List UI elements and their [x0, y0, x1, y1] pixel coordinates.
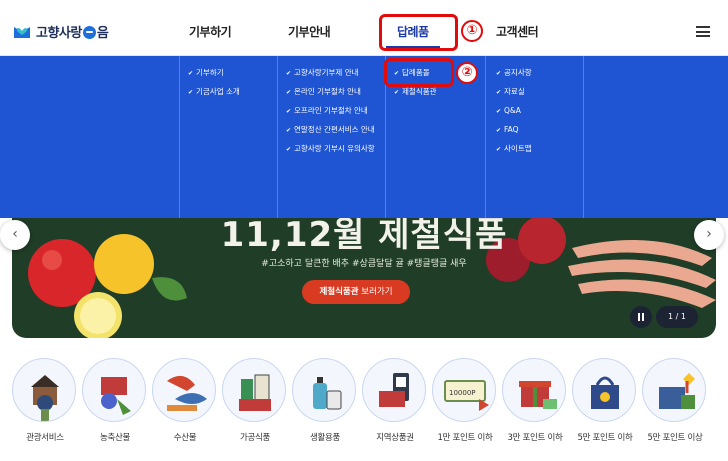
- banner-next-button[interactable]: ›: [694, 220, 724, 250]
- processed-food-icon: [222, 358, 286, 422]
- pause-icon[interactable]: [630, 306, 652, 328]
- voucher-icon: [362, 358, 426, 422]
- annotation-number-2: ②: [456, 62, 478, 84]
- agriculture-icon: [82, 358, 146, 422]
- nav-customer-center[interactable]: 고객센터: [496, 23, 539, 40]
- banner-prev-button[interactable]: ‹: [0, 220, 30, 250]
- category-household[interactable]: 생활용품: [292, 358, 358, 443]
- promo-banner[interactable]: 11,12월 제철식품 #고소하고 달큰한 배추 #상큼달달 귤 #탱글탱글 새…: [12, 218, 716, 338]
- menu-item-faq[interactable]: FAQ: [496, 123, 532, 142]
- gift-box-icon: [502, 358, 566, 422]
- category-label: 5만 포인트 이상: [647, 433, 703, 443]
- seasonal-food-button[interactable]: 제철식품관 보러가기: [302, 280, 410, 304]
- premium-gift-icon: [642, 358, 706, 422]
- menu-item-seasonal-food[interactable]: 제철식품관: [394, 85, 437, 104]
- banner-pager-count: 1 / 1: [656, 306, 698, 328]
- menu-item-qna[interactable]: Q&A: [496, 104, 532, 123]
- category-tourism[interactable]: 관광서비스: [12, 358, 78, 443]
- category-points-50k-under[interactable]: 5만 포인트 이하: [572, 358, 638, 443]
- menu-column-donate: 기부하기 기금사업 소개: [179, 56, 277, 218]
- seafood-icon: [152, 358, 216, 422]
- logo-text: 고향사랑 음: [36, 26, 109, 41]
- category-points-10k[interactable]: 10000P 1만 포인트 이하: [432, 358, 498, 443]
- hamburger-menu-icon[interactable]: [696, 26, 710, 37]
- category-processed-food[interactable]: 가공식품: [222, 358, 288, 443]
- menu-item-precautions[interactable]: 고향사랑 기부시 유의사항: [286, 142, 375, 161]
- banner-title: 11,12월 제철식품: [220, 218, 508, 255]
- category-seafood[interactable]: 수산물: [152, 358, 218, 443]
- menu-item-tax-guide[interactable]: 연말정산 간편서비스 안내: [286, 123, 375, 142]
- site-logo[interactable]: 고향사랑 음: [12, 22, 109, 41]
- menu-item-online-guide[interactable]: 온라인 기부절차 안내: [286, 85, 375, 104]
- menu-column-divider: [583, 56, 584, 218]
- menu-item-fund-projects[interactable]: 기금사업 소개: [188, 85, 240, 104]
- annotation-number-1: ①: [461, 20, 483, 42]
- points-ticket-icon: 10000P: [432, 358, 496, 422]
- mega-menu: 기부하기 기금사업 소개 고향사랑기부제 안내 온라인 기부절차 안내 오프라인…: [0, 56, 728, 218]
- category-points-50k-over[interactable]: 5만 포인트 이상: [642, 358, 708, 443]
- banner-hashtags: #고소하고 달큰한 배추 #상큼달달 귤 #탱글탱글 새우: [261, 259, 467, 269]
- tourism-icon: [12, 358, 76, 422]
- menu-column-guide: 고향사랑기부제 안내 온라인 기부절차 안내 오프라인 기부절차 안내 연말정산…: [277, 56, 385, 218]
- annotation-box-gift-mall: [384, 58, 454, 87]
- nav-donate[interactable]: 기부하기: [189, 23, 232, 40]
- shopping-bag-icon: [572, 358, 636, 422]
- category-agriculture[interactable]: 농축산물: [82, 358, 148, 443]
- logo-heart-icon: [14, 26, 30, 38]
- menu-item-donate[interactable]: 기부하기: [188, 66, 240, 85]
- menu-item-notices[interactable]: 공지사항: [496, 66, 532, 85]
- nav-donation-guide[interactable]: 기부안내: [288, 23, 331, 40]
- annotation-box-gifts: [379, 14, 458, 51]
- site-header: 고향사랑 음 기부하기 기부안내 답례품 고객센터: [0, 0, 728, 56]
- menu-item-sitemap[interactable]: 사이트맵: [496, 142, 532, 161]
- category-local-voucher[interactable]: 지역상품권: [362, 358, 428, 443]
- category-points-30k[interactable]: 3만 포인트 이하: [502, 358, 568, 443]
- household-goods-icon: [292, 358, 356, 422]
- menu-item-archive[interactable]: 자료실: [496, 85, 532, 104]
- menu-item-system-guide[interactable]: 고향사랑기부제 안내: [286, 66, 375, 85]
- menu-column-support: 공지사항 자료실 Q&A FAQ 사이트맵: [485, 56, 583, 218]
- svg-text:10000P: 10000P: [449, 389, 476, 397]
- menu-item-offline-guide[interactable]: 오프라인 기부절차 안내: [286, 104, 375, 123]
